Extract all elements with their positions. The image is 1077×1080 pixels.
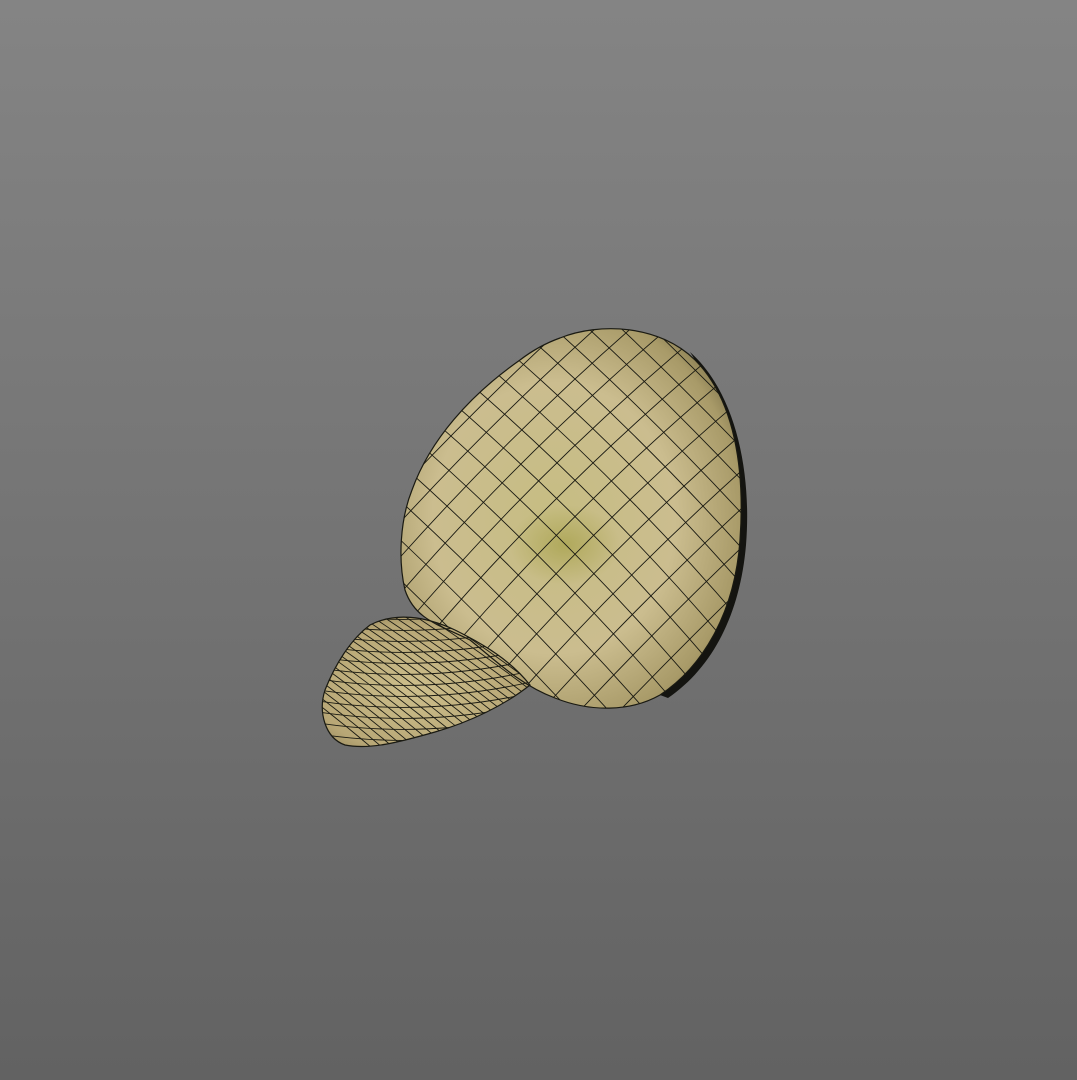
model-body xyxy=(400,328,742,709)
wire-line xyxy=(295,797,555,817)
wire-line xyxy=(295,753,555,773)
wireframe-seed-model-icon[interactable] xyxy=(0,0,1077,1080)
wire-line xyxy=(322,741,530,747)
wire-line xyxy=(295,775,555,795)
3d-viewport[interactable] xyxy=(0,0,1077,1080)
wire-line xyxy=(295,764,555,784)
wire-line xyxy=(295,786,555,806)
